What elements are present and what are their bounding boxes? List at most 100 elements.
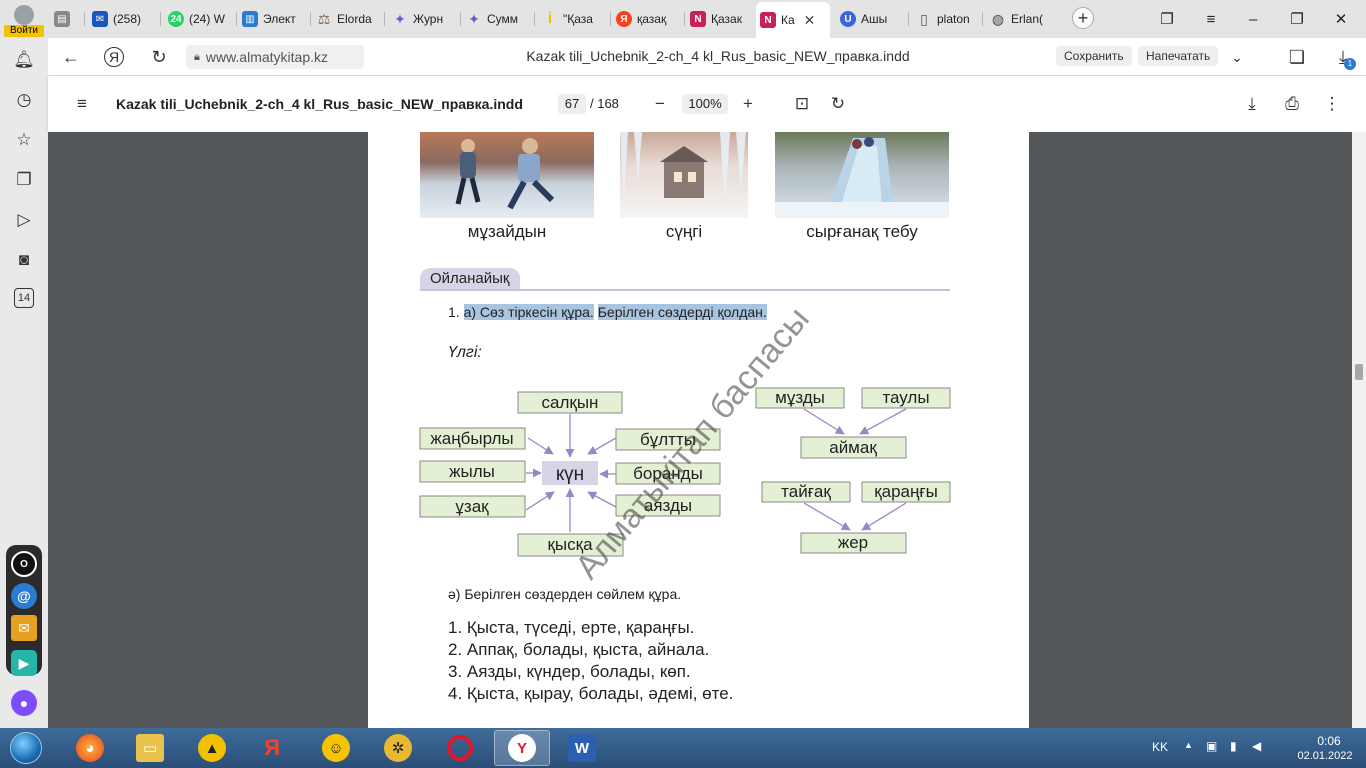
tab-ash[interactable]: U Ашы: [836, 4, 908, 34]
tab-label: Элект: [263, 12, 296, 26]
word-zhanbyrly: жаңбырлы: [430, 429, 513, 448]
tab-page[interactable]: ▤: [50, 4, 84, 34]
tab-mail[interactable]: ✉ (258): [88, 4, 160, 34]
reload-icon[interactable]: ↻: [148, 46, 170, 68]
hamburger-menu-icon[interactable]: ≡: [70, 92, 94, 116]
volume-icon[interactable]: ◀: [1252, 739, 1261, 753]
page-title: Kazak tili_Uchebnik_2-ch_4 kl_Rus_basic_…: [526, 48, 910, 64]
restore-icon[interactable]: ❐: [1286, 8, 1308, 30]
taskbar-explorer[interactable]: ▭: [122, 730, 178, 766]
caption-ice-rink: мұзайдын: [467, 222, 547, 241]
address-bar: ← Я ↻ 🔒︎ www.almatykitap.kz Kazak tili_U…: [48, 38, 1366, 76]
word-muzdy: мұзды: [775, 388, 825, 407]
lock-icon: 🔒︎: [194, 50, 200, 63]
word-salqyn: салқын: [542, 393, 599, 412]
word-diagrams: салқын жаңбырлы бұлтты жылы боранды ұзақ…: [419, 387, 951, 557]
tab-electron[interactable]: ▥ Элект: [238, 4, 310, 34]
close-window-icon[interactable]: ✕: [1330, 8, 1352, 30]
taskbar-opera[interactable]: [432, 730, 488, 766]
alice-icon[interactable]: O: [11, 551, 37, 577]
yandex-icon[interactable]: Я: [104, 47, 124, 67]
ice-slide-illustration: [775, 137, 949, 218]
section-header: Ойланайық: [420, 268, 520, 290]
signin-label[interactable]: Войти: [4, 25, 44, 37]
close-icon[interactable]: ✕: [804, 12, 816, 29]
language-indicator[interactable]: KK: [1152, 740, 1168, 754]
start-button[interactable]: [4, 730, 48, 766]
play-icon[interactable]: ▷: [12, 208, 36, 232]
messenger-icon[interactable]: ▶: [11, 650, 37, 676]
taskbar-app[interactable]: ▲: [184, 730, 240, 766]
scrollbar[interactable]: [1352, 132, 1366, 728]
camera-icon[interactable]: ◙: [12, 248, 36, 272]
collections-icon[interactable]: ❐: [12, 168, 36, 192]
taskbar-yandex[interactable]: Я: [244, 730, 300, 766]
tab-kaza[interactable]: i "Қаза: [538, 4, 610, 34]
clock-date[interactable]: 02.01.2022: [1292, 750, 1358, 762]
save-button[interactable]: Сохранить: [1056, 46, 1132, 66]
opera-icon: [447, 735, 473, 761]
extensions-icon[interactable]: ❏: [1286, 46, 1308, 68]
chevron-down-icon[interactable]: ⌄: [1226, 46, 1248, 68]
print-icon[interactable]: ⎙: [1280, 92, 1304, 116]
at-icon[interactable]: @: [11, 583, 37, 609]
fit-page-icon[interactable]: ⊡: [790, 92, 814, 116]
tab-whatsapp[interactable]: 24 (24) W: [164, 4, 236, 34]
zoom-in-icon[interactable]: +: [736, 92, 760, 116]
calendar-icon[interactable]: 14: [14, 288, 34, 308]
back-icon[interactable]: ←: [60, 46, 82, 68]
word-tauly: таулы: [882, 388, 929, 407]
alice-assistant-icon[interactable]: ●: [11, 690, 37, 716]
tab-platon[interactable]: ▯ platon: [912, 4, 982, 34]
taskbar-app2[interactable]: ✲: [370, 730, 426, 766]
signin-block[interactable]: Войти: [0, 0, 48, 38]
arrow: [525, 491, 555, 511]
ice-slide-photo: [775, 132, 949, 218]
zoom-out-icon[interactable]: −: [648, 92, 672, 116]
new-tab-button[interactable]: +: [1072, 7, 1094, 29]
pdf-viewer[interactable]: мұзайдын сүңгі сырғанақ тебу Ойланайық 1…: [48, 132, 1366, 728]
tab-erlan[interactable]: ◍ Erlan(: [986, 4, 1058, 34]
tab-summ[interactable]: ✦ Сумм: [462, 4, 534, 34]
tab-label: Ка: [781, 13, 795, 27]
url-field[interactable]: 🔒︎ www.almatykitap.kz: [186, 45, 364, 69]
tab-journal[interactable]: ✦ Журн: [388, 4, 460, 34]
word-kun: күн: [556, 464, 584, 485]
taskbar-pro[interactable]: ☺: [308, 730, 364, 766]
history-icon[interactable]: ◷: [12, 88, 36, 112]
taskbar-yandex-browser[interactable]: Y: [494, 730, 550, 766]
yandex-icon: Я: [616, 11, 632, 27]
print-button[interactable]: Напечатать: [1138, 46, 1219, 66]
clock-time[interactable]: 0:06: [1304, 734, 1354, 748]
bell-icon[interactable]: 🔔︎: [12, 48, 36, 72]
taskbar-firefox[interactable]: ◕: [62, 730, 118, 766]
download-icon[interactable]: ⤓: [1240, 92, 1264, 116]
tab-pdf[interactable]: N Қазак: [686, 4, 756, 34]
task-text-highlighted: Берілген сөздерді қолдан.: [597, 304, 767, 320]
tab-separator: [160, 12, 161, 26]
star-icon[interactable]: ☆: [12, 128, 36, 152]
tab-separator: [310, 12, 311, 26]
tray-expand-icon[interactable]: ▲: [1184, 740, 1193, 750]
tab-separator: [534, 12, 535, 26]
url-text: www.almatykitap.kz: [205, 49, 329, 65]
more-options-icon[interactable]: ⋮: [1320, 92, 1344, 116]
tab-elorda[interactable]: ⚖ Elorda: [312, 4, 384, 34]
rotate-icon[interactable]: ↻: [826, 92, 850, 116]
tabs-menu-icon[interactable]: ❐: [1156, 8, 1178, 30]
taskbar-word[interactable]: W: [554, 730, 610, 766]
avatar[interactable]: [14, 5, 34, 25]
signal-icon[interactable]: ▮: [1230, 739, 1237, 753]
scales-icon: ⚖: [317, 10, 331, 27]
menu-icon[interactable]: ≡: [1200, 8, 1222, 30]
tab-active-pdf[interactable]: N Ка ✕: [756, 2, 830, 38]
minimize-icon[interactable]: –: [1242, 8, 1264, 30]
network-icon[interactable]: ▣: [1206, 739, 1217, 753]
tab-label: Сумм: [487, 12, 519, 26]
tab-label: (24) W: [189, 12, 225, 26]
zoom-level[interactable]: 100%: [682, 94, 728, 114]
mail-icon[interactable]: ✉: [11, 615, 37, 641]
scrollbar-thumb[interactable]: [1355, 364, 1363, 380]
page-number-input[interactable]: 67: [558, 94, 586, 114]
tab-yandex[interactable]: Я қазақ: [612, 4, 684, 34]
